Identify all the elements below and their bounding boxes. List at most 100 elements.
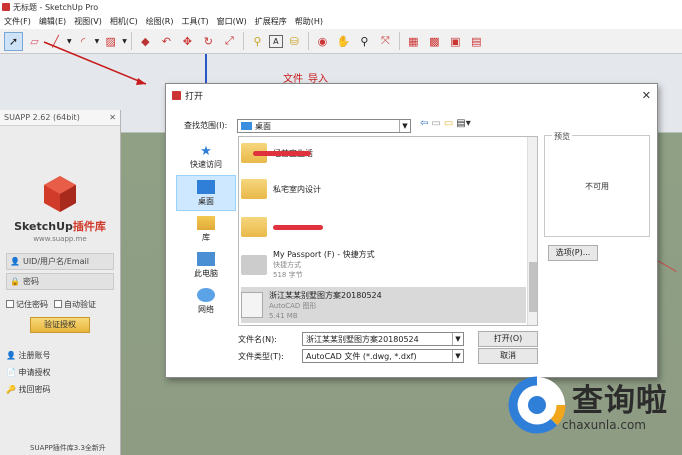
paint-bucket-icon[interactable]: ⛁ bbox=[285, 32, 304, 51]
apply-icon: 📄 bbox=[6, 368, 16, 377]
close-icon[interactable]: ✕ bbox=[642, 89, 651, 102]
file-type: 快捷方式 bbox=[273, 261, 301, 269]
open-button[interactable]: 打开(O) bbox=[478, 331, 538, 347]
menu-tools[interactable]: 工具(T) bbox=[178, 16, 213, 27]
view-menu-icon[interactable]: ▤▾ bbox=[456, 118, 470, 129]
remember-checkbox[interactable]: 记住密码 bbox=[6, 299, 48, 310]
cancel-button[interactable]: 取消 bbox=[478, 348, 538, 364]
close-icon[interactable]: ✕ bbox=[109, 113, 116, 122]
folder-icon bbox=[241, 217, 267, 237]
suapp-panel: SUAPP 2.62 (64bit) ✕ SketchUp插件库 www.sua… bbox=[0, 110, 121, 455]
place-desktop[interactable]: 桌面 bbox=[176, 175, 236, 211]
file-name: 私宅室内设计 bbox=[273, 184, 321, 194]
place-network[interactable]: 网络 bbox=[176, 283, 236, 319]
look-in-label: 查找范围(I): bbox=[184, 121, 228, 130]
chevron-down-icon[interactable]: ▼ bbox=[452, 333, 463, 345]
dwg-file-icon bbox=[241, 292, 263, 318]
auto-verify-checkbox[interactable]: 自动验证 bbox=[54, 299, 96, 310]
toolbar-separator bbox=[307, 32, 309, 50]
up-folder-icon[interactable]: ▭ bbox=[431, 118, 440, 129]
watermark-url: chaxunla.com bbox=[562, 418, 646, 432]
menu-draw[interactable]: 绘图(R) bbox=[142, 16, 178, 27]
apply-license-link[interactable]: 📄 申请授权 bbox=[6, 364, 114, 381]
list-item[interactable]: 私宅室内设计 bbox=[241, 179, 526, 199]
tape-measure-icon[interactable]: ⚲ bbox=[248, 32, 267, 51]
desktop-icon bbox=[241, 122, 252, 130]
options-button[interactable]: 选项(P)... bbox=[548, 245, 598, 261]
suapp-brand-accent: 插件库 bbox=[72, 220, 106, 233]
filetype-label: 文件类型(T): bbox=[238, 352, 284, 361]
toolbar-separator bbox=[398, 32, 400, 50]
warehouse-icon[interactable]: ▦ bbox=[404, 32, 423, 51]
text-icon[interactable]: A bbox=[268, 34, 283, 48]
eraser-icon[interactable]: ▱ bbox=[25, 32, 44, 51]
menu-help[interactable]: 帮助(H) bbox=[291, 16, 327, 27]
menu-view[interactable]: 视图(V) bbox=[70, 16, 106, 27]
list-item[interactable] bbox=[241, 217, 526, 237]
select-icon[interactable]: ➚ bbox=[4, 31, 23, 51]
password-input[interactable]: 🔒 密码 bbox=[6, 273, 114, 290]
follow-me-icon[interactable]: ↶ bbox=[157, 32, 176, 51]
rectangle-icon[interactable]: ▨ bbox=[101, 32, 120, 51]
suapp-brand-main: SketchUp bbox=[14, 220, 73, 233]
list-item[interactable]: 经营宝生活 bbox=[241, 143, 526, 163]
back-icon[interactable]: ⇦ bbox=[420, 118, 428, 129]
scale-icon[interactable]: ⤢ bbox=[220, 32, 239, 51]
send-icon[interactable]: ▤ bbox=[467, 32, 486, 51]
zoom-icon[interactable]: ⚲ bbox=[355, 32, 374, 51]
redaction-mark bbox=[273, 224, 323, 230]
uid-input[interactable]: 👤 UID/用户名/Email bbox=[6, 253, 114, 270]
place-this-pc[interactable]: 此电脑 bbox=[176, 247, 236, 283]
preview-label: 预览 bbox=[552, 131, 572, 142]
folder-icon bbox=[241, 179, 267, 199]
arc-icon[interactable]: ◜ bbox=[74, 32, 93, 51]
new-folder-icon[interactable]: ▭ bbox=[444, 118, 453, 129]
suapp-title: SUAPP 2.62 (64bit) bbox=[4, 113, 80, 122]
list-item[interactable]: 浙江某某别墅图方案20180524 AutoCAD 图形 5.41 MB bbox=[241, 287, 526, 323]
recover-password-link[interactable]: 🔑 找回密码 bbox=[6, 381, 114, 398]
menu-file[interactable]: 文件(F) bbox=[0, 16, 35, 27]
watermark: 查询啦 chaxunla.com bbox=[505, 367, 682, 455]
register-link[interactable]: 👤 注册账号 bbox=[6, 347, 114, 364]
menu-window[interactable]: 窗口(W) bbox=[213, 16, 251, 27]
file-list[interactable]: 经营宝生活 私宅室内设计 My Passport (F) - 快捷方式 快捷方式… bbox=[238, 136, 538, 326]
menu-camera[interactable]: 相机(C) bbox=[106, 16, 142, 27]
zoom-extents-icon[interactable]: ⤧ bbox=[376, 32, 395, 51]
lock-icon: 🔒 bbox=[10, 277, 20, 286]
pan-icon[interactable]: ✋ bbox=[334, 32, 353, 51]
key-icon: 🔑 bbox=[6, 385, 16, 394]
library-icon bbox=[197, 215, 215, 230]
list-item[interactable]: My Passport (F) - 快捷方式 快捷方式 518 字节 bbox=[241, 249, 526, 280]
layout-icon[interactable]: ▣ bbox=[446, 32, 465, 51]
filename-input[interactable]: 浙江某某别墅图方案20180524 ▼ bbox=[302, 332, 464, 346]
drive-shortcut-icon bbox=[241, 254, 267, 275]
suapp-links: 👤 注册账号 📄 申请授权 🔑 找回密码 bbox=[6, 347, 114, 398]
window-title-bar: 无标题 - SketchUp Pro bbox=[0, 0, 682, 14]
navigation-icons: ⇦ ▭ ▭ ▤▾ bbox=[420, 118, 471, 129]
verify-button[interactable]: 验证授权 bbox=[30, 317, 90, 333]
file-size: 5.41 MB bbox=[269, 311, 298, 320]
extension-warehouse-icon[interactable]: ▩ bbox=[425, 32, 444, 51]
rotate-icon[interactable]: ↻ bbox=[199, 32, 218, 51]
chevron-down-icon[interactable]: ▼ bbox=[452, 350, 463, 362]
menu-edit[interactable]: 编辑(E) bbox=[35, 16, 70, 27]
main-toolbar: ➚ ▱ ╱ ▼ ◜ ▼ ▨ ▼ ◆ ↶ ✥ ↻ ⤢ ⚲ A ⛁ ◉ ✋ ⚲ ⤧ ▦ ▩… bbox=[0, 29, 682, 54]
line-icon[interactable]: ╱ bbox=[46, 32, 65, 51]
sketchup-app-icon bbox=[172, 90, 181, 100]
open-dialog: 打开 ✕ 查找范围(I): 桌面 ▼ ⇦ ▭ ▭ ▤▾ ★ 快速访问 桌面 库 … bbox=[165, 83, 658, 378]
look-in-value: 桌面 bbox=[255, 121, 271, 131]
network-icon bbox=[197, 287, 215, 302]
filename-label: 文件名(N): bbox=[238, 335, 277, 344]
move-icon[interactable]: ✥ bbox=[178, 32, 197, 51]
place-quick-access[interactable]: ★ 快速访问 bbox=[176, 139, 236, 175]
place-library[interactable]: 库 bbox=[176, 211, 236, 247]
look-in-dropdown[interactable]: 桌面 ▼ bbox=[237, 119, 411, 133]
vertical-scrollbar[interactable] bbox=[527, 137, 537, 325]
chevron-down-icon[interactable]: ▼ bbox=[399, 120, 410, 132]
scrollbar-thumb[interactable] bbox=[529, 262, 537, 312]
orbit-icon[interactable]: ◉ bbox=[313, 32, 332, 51]
filetype-select[interactable]: AutoCAD 文件 (*.dwg, *.dxf) ▼ bbox=[302, 349, 464, 363]
menu-extensions[interactable]: 扩展程序 bbox=[251, 16, 291, 27]
push-pull-icon[interactable]: ◆ bbox=[136, 32, 155, 51]
suapp-title-bar: SUAPP 2.62 (64bit) ✕ bbox=[0, 110, 120, 126]
